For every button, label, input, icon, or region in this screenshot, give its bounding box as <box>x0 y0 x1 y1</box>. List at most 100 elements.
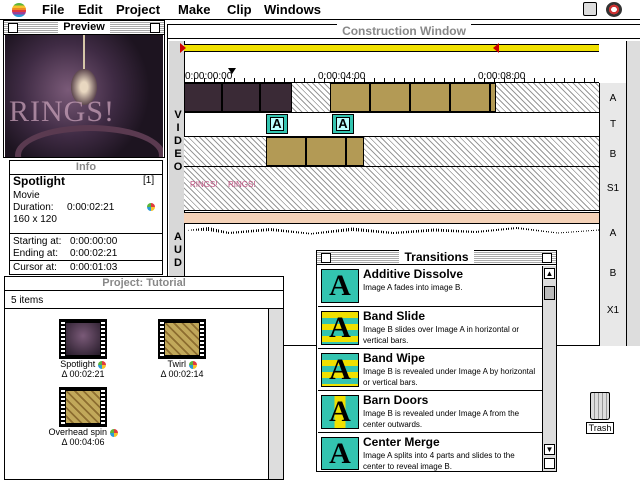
preview-overlay-text: RINGS! <box>9 95 116 128</box>
audio-waveform <box>188 227 599 235</box>
color-wheel-icon <box>109 428 118 437</box>
audio-track-a[interactable] <box>184 212 599 224</box>
audio-label-u: U <box>174 244 182 256</box>
transition-description: Image A splits into 4 parts and slides t… <box>363 451 515 471</box>
project-item-spotlight[interactable]: Spotlight Δ 00:02:21 <box>38 319 128 379</box>
construction-titlebar[interactable]: Construction Window <box>168 24 640 39</box>
menu-project[interactable]: Project <box>116 2 160 17</box>
menu-file[interactable]: File <box>42 2 64 17</box>
transitions-window: Transitions A Additive Dissolve Image A … <box>316 250 557 472</box>
project-item-twirl[interactable]: Twirl Δ 00:02:14 <box>137 319 227 379</box>
transition-band-slide[interactable]: A Band Slide Image B slides over Image A… <box>318 308 542 349</box>
transition-additive-dissolve[interactable]: A Additive Dissolve Image A fades into i… <box>318 266 542 307</box>
info-divider <box>10 233 162 234</box>
transition-name: Center Merge <box>363 435 440 449</box>
construction-title: Construction Window <box>337 24 471 38</box>
superimpose-clip-label-2: RINGS! <box>228 180 256 189</box>
project-item-duration: Δ 00:04:06 <box>61 437 105 447</box>
project-window: Project: Tutorial 5 items Spotlight Δ 00… <box>4 276 284 480</box>
transition-description: Image B slides over Image A in horizonta… <box>363 325 520 345</box>
project-item-overhead-spin[interactable]: Overhead spin Δ 00:04:06 <box>38 387 128 447</box>
edit-line-cursor-icon[interactable] <box>228 68 236 74</box>
application-menu-icon[interactable] <box>606 2 622 17</box>
clip-twirl[interactable] <box>266 137 364 166</box>
info-ending: 0:00:02:21 <box>70 248 118 259</box>
apple-menu-icon[interactable] <box>12 3 26 17</box>
clip-spotlight[interactable] <box>184 83 292 112</box>
work-area-start-marker[interactable] <box>180 43 186 53</box>
preview-frame[interactable]: RINGS! <box>5 35 163 157</box>
trash-label: Trash <box>585 422 615 434</box>
time-label-start: 0:00:00:00 <box>185 71 233 82</box>
info-title: Info <box>70 161 102 173</box>
audio-label-a: A <box>174 231 182 243</box>
transition-band-wipe[interactable]: A Band Wipe Image B is revealed under Im… <box>318 350 542 391</box>
work-area-end-marker[interactable] <box>493 43 499 53</box>
video-label-o: O <box>173 161 183 173</box>
construction-vertical-scrollbar[interactable] <box>626 41 640 346</box>
transition-name: Band Slide <box>363 309 426 323</box>
help-menu-icon[interactable] <box>583 2 597 16</box>
video-track-a[interactable] <box>184 83 599 113</box>
project-vertical-scrollbar[interactable] <box>268 309 283 479</box>
trash[interactable]: Trash <box>584 392 616 434</box>
menu-make[interactable]: Make <box>178 2 211 17</box>
scroll-down-icon[interactable]: ▼ <box>544 444 555 455</box>
info-duration-label: Duration: <box>13 202 54 213</box>
transitions-vertical-scrollbar[interactable]: ▲ ▼ <box>542 266 556 471</box>
transition-name: Additive Dissolve <box>363 267 464 281</box>
transition-center-merge[interactable]: A Center Merge Image A splits into 4 par… <box>318 434 542 472</box>
transition-name: Barn Doors <box>363 393 429 407</box>
transition-clip-1[interactable]: A <box>266 114 288 134</box>
menubar: File Edit Project Make Clip Windows <box>0 0 640 20</box>
transition-track[interactable]: A A <box>184 113 599 137</box>
superimpose-track[interactable] <box>184 167 599 211</box>
track-letter-b: B <box>609 149 617 160</box>
project-item-name: Overhead spin <box>48 427 108 437</box>
track-letter-strip: A T B S1 A B X1 <box>599 83 626 346</box>
grow-box-icon[interactable] <box>544 458 555 469</box>
info-duration: 0:00:02:21 <box>67 202 115 213</box>
preview-ring <box>15 125 163 157</box>
time-ruler[interactable] <box>184 61 599 83</box>
transition-description: Image A fades into image B. <box>363 283 463 292</box>
track-letter-s1: S1 <box>606 183 620 194</box>
info-titlebar[interactable]: Info <box>10 161 162 175</box>
project-item-duration: Δ 00:02:21 <box>61 369 105 379</box>
video-label-v: V <box>174 109 182 121</box>
preview-zoom-box[interactable] <box>150 23 160 33</box>
transitions-titlebar[interactable]: Transitions <box>317 250 556 265</box>
info-starting-label: Starting at: <box>13 236 62 247</box>
info-starting: 0:00:00:00 <box>70 236 118 247</box>
scroll-up-icon[interactable]: ▲ <box>544 268 555 279</box>
preview-close-box[interactable] <box>8 23 18 33</box>
transition-barn-doors[interactable]: A Barn Doors Image B is revealed under I… <box>318 392 542 433</box>
preview-title: Preview <box>58 21 110 33</box>
info-divider-2 <box>10 260 162 261</box>
transitions-zoom-box[interactable] <box>542 253 552 263</box>
video-label-d: D <box>174 135 182 147</box>
transition-description: Image B is revealed under Image A from t… <box>363 409 520 429</box>
video-label-i: I <box>176 122 180 134</box>
preview-window: Preview RINGS! <box>3 20 165 158</box>
project-item-duration: Δ 00:02:14 <box>160 369 204 379</box>
preview-titlebar[interactable]: Preview <box>4 21 164 35</box>
transition-clip-2[interactable]: A <box>332 114 354 134</box>
track-letter-x1: X1 <box>606 305 620 316</box>
color-wheel-icon <box>147 203 155 211</box>
info-clip-index: [1] <box>143 175 155 186</box>
info-clip-name: Spotlight <box>13 174 65 188</box>
info-clip-type: Movie <box>13 190 40 201</box>
clip-overhead-spin[interactable] <box>330 83 496 112</box>
work-area-bar[interactable] <box>184 44 599 52</box>
transitions-close-box[interactable] <box>321 253 331 263</box>
scroll-thumb[interactable] <box>544 286 555 300</box>
time-label-4s: 0:00:04:00 <box>318 71 366 82</box>
menu-edit[interactable]: Edit <box>78 2 103 17</box>
menu-clip[interactable]: Clip <box>227 2 252 17</box>
menu-windows[interactable]: Windows <box>264 2 321 17</box>
trash-icon <box>590 392 610 420</box>
transition-description: Image B is revealed under Image A by hor… <box>363 367 536 387</box>
video-track-b[interactable] <box>184 137 599 167</box>
project-titlebar[interactable]: Project: Tutorial <box>5 277 283 291</box>
